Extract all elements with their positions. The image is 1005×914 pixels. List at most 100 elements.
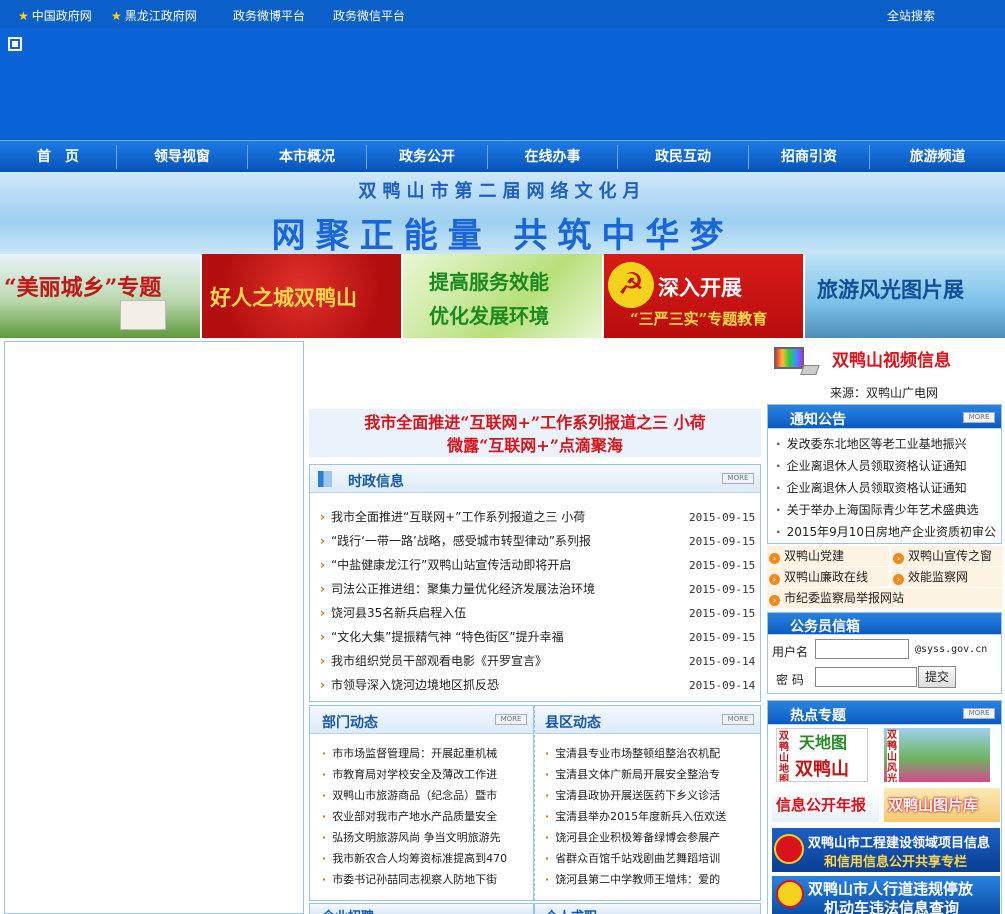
culture-month-banner[interactable]: 双鸭山市第二届网络文化月 网聚正能量 共筑中华梦	[0, 172, 1005, 256]
dept-news-panel: 部门动态 MORE · 市市场监督管理局：开展起重机械 · 市教育局对学校安全及薄改…	[309, 705, 534, 901]
bullet-icon: ·	[776, 503, 781, 517]
link-party-building[interactable]: › 双鸭山党建	[767, 546, 889, 566]
link-publicity-window[interactable]: › 双鸭山宣传之窗	[891, 546, 1003, 566]
mailbox-login-panel: 公务员信箱 用户名 @syss.gov.cn 密 码 提交	[767, 612, 1002, 694]
link-integrity-online[interactable]: › 双鸭山廉政在线	[767, 567, 889, 587]
news-item[interactable]: › 市领导深入饶河边境地区抓反恐	[320, 673, 665, 697]
county-more-button[interactable]: MORE	[722, 714, 754, 725]
bullet-icon: ·	[322, 747, 327, 760]
scenery-banner[interactable]: 双鸭山风光	[884, 728, 990, 782]
bullet-icon: ·	[322, 789, 327, 802]
banner-title: 网聚正能量 共筑中华梦	[271, 216, 734, 256]
arrow-right-icon: ›	[320, 630, 325, 644]
county-news-panel: 县区动态 MORE · 宝清县专业市场整顿组整治农机配 · 宝清县文体广新局开展安全…	[534, 705, 761, 901]
left-media-box	[4, 341, 304, 914]
info-annual-report-banner[interactable]: 信息公开年报	[772, 788, 879, 822]
star-icon: ★	[111, 9, 122, 23]
bullet-icon: ·	[322, 873, 327, 886]
video-info-title[interactable]: 双鸭山视频信息	[832, 346, 951, 371]
party-emblem-icon: ☭	[608, 262, 654, 308]
list-item[interactable]: · 市委书记孙喆同志视察人防地下街	[322, 868, 532, 892]
tile-good-people-city[interactable]: 好人之城双鸭山	[202, 254, 403, 338]
news-date: 2015-09-15	[689, 583, 756, 596]
list-item[interactable]: · 企业离退休人员领取资格认证通知	[776, 477, 1001, 499]
link-weibo-platform[interactable]: 政务微博平台	[233, 7, 305, 24]
bullet-icon: ·	[545, 873, 550, 886]
headline-news[interactable]: 我市全面推进“互联网+”工作系列报道之三 小荷 微露“互联网+”点滴聚海	[309, 409, 761, 457]
bullet-icon: ·	[776, 459, 781, 473]
link-heilongjiang-gov[interactable]: ★ 黑龙江政府网	[111, 7, 197, 24]
login-panel-header: 公务员信箱	[768, 613, 1001, 635]
list-item[interactable]: · 企业离退休人员领取资格认证通知	[776, 455, 1001, 477]
site-search-link[interactable]: 全站搜索	[887, 7, 935, 24]
hot-more-button[interactable]: MORE	[963, 708, 995, 719]
username-label: 用户名	[772, 645, 809, 659]
news-item[interactable]: › 司法公正推进组：聚集力量优化经济发展法治环境	[320, 577, 665, 601]
news-item[interactable]: › “践行‘一带一路’战略，感受城市转型律动”系列报	[320, 529, 672, 553]
list-item[interactable]: · 关于举办上海国际青少年艺术盛典选	[776, 499, 1001, 521]
nav-leaders[interactable]: 领导视窗	[117, 141, 247, 173]
jobseek-panel-header: 个人求职	[534, 903, 761, 914]
arrow-right-icon: ›	[320, 606, 325, 620]
notice-panel: 通知公告 MORE · 发改委东北地区等老工业基地振兴 · 企业离退休人员领取资格认…	[767, 404, 1002, 544]
password-label: 密 码	[776, 673, 804, 687]
list-item[interactable]: · 发改委东北地区等老工业基地振兴	[776, 433, 1001, 455]
tv-icon	[772, 343, 822, 377]
link-china-gov[interactable]: ★ 中国政府网	[18, 7, 92, 24]
news-item[interactable]: › 我市全面推进“互联网+”工作系列报道之三 小荷	[320, 505, 665, 529]
nav-tourism[interactable]: 旅游频道	[870, 141, 1005, 173]
submit-button[interactable]: 提交	[918, 666, 956, 688]
password-input[interactable]	[815, 667, 917, 687]
dept-panel-title: 部门动态	[322, 715, 378, 731]
notice-more-button[interactable]: MORE	[963, 412, 995, 423]
tile-service-efficiency[interactable]: 提高服务效能 优化发展环境	[403, 254, 604, 338]
username-input[interactable]	[815, 639, 909, 659]
news-date: 2015-09-14	[689, 679, 756, 692]
bullet-icon: ·	[545, 747, 550, 760]
news-item[interactable]: › “文化大集”提振精气神 “特色街区”提升幸福	[320, 625, 665, 649]
news-date: 2015-09-15	[689, 559, 756, 572]
list-item[interactable]: · 饶河县第二中学教师王增炜：爱的	[545, 868, 757, 892]
traffic-violation-banner[interactable]: 双鸭山市人行道违规停放 机动车违法信息查询	[772, 876, 1000, 914]
project-info-banner[interactable]: 双鸭山市工程建设领域项目信息 和信用信息公开共享专栏	[772, 828, 1000, 872]
house-image	[120, 300, 166, 330]
notice-panel-title: 通知公告	[790, 412, 846, 428]
nav-city-overview[interactable]: 本市概况	[248, 141, 366, 173]
link-efficiency-supervision[interactable]: › 效能监察网	[891, 567, 1003, 587]
arrow-right-icon: ›	[320, 582, 325, 596]
link-discipline-report[interactable]: › 市纪委监察局举报网站	[767, 588, 1003, 608]
news-panel-title: 时政信息	[348, 474, 404, 490]
header-banner	[0, 28, 1005, 140]
dept-more-button[interactable]: MORE	[495, 714, 527, 725]
bullet-icon: ·	[545, 831, 550, 844]
nav-investment[interactable]: 招商引资	[749, 141, 869, 173]
news-item[interactable]: › 饶河县35名新兵启程入伍	[320, 601, 665, 625]
tile-scenery-photo-show[interactable]: 旅游风光图片展	[805, 254, 1005, 338]
nav-interaction[interactable]: 政民互动	[618, 141, 748, 173]
tile-beautiful-countryside[interactable]: “美丽城乡”专题	[0, 254, 202, 338]
broken-image-icon	[8, 37, 22, 51]
arrow-right-icon: ›	[320, 654, 325, 668]
link-wechat-platform[interactable]: 政务微信平台	[333, 7, 405, 24]
list-item[interactable]: · 2015年9月10日房地产企业资质初审公	[776, 521, 1001, 543]
video-source: 来源：双鸭山广电网	[830, 386, 939, 400]
nav-home[interactable]: 首 页	[0, 141, 116, 173]
news-more-button[interactable]: MORE	[722, 473, 754, 484]
map-banner[interactable]: 双鸭山地图 天地图 双鸭山	[776, 728, 868, 782]
bullet-icon: ·	[322, 810, 327, 823]
tile-three-stricts[interactable]: ☭ 深入开展 “三严三实”专题教育	[604, 254, 805, 338]
news-date: 2015-09-14	[689, 655, 756, 668]
bullet-icon: ·	[776, 437, 781, 451]
nav-online-service[interactable]: 在线办事	[488, 141, 617, 173]
bullet-icon: ·	[545, 810, 550, 823]
news-item[interactable]: › “中盐健康龙江行”双鸭山站宣传活动即将开启	[320, 553, 665, 577]
nav-gov-affairs[interactable]: 政务公开	[367, 141, 487, 173]
bullet-icon: ·	[322, 768, 327, 781]
news-item[interactable]: › 我市组织党员干部观看电影《开罗宣言》	[320, 649, 665, 673]
photo-library-banner[interactable]: 双鸭山图片库	[884, 788, 1000, 822]
news-date: 2015-09-15	[689, 511, 756, 524]
news-date: 2015-09-15	[689, 631, 756, 644]
hot-panel-header: 热点专题 MORE	[768, 701, 1001, 725]
panel-marker-icon	[318, 471, 332, 487]
main-nav: 首 页 领导视窗 本市概况 政务公开 在线办事 政民互动 招商引资 旅游频道	[0, 140, 1005, 172]
